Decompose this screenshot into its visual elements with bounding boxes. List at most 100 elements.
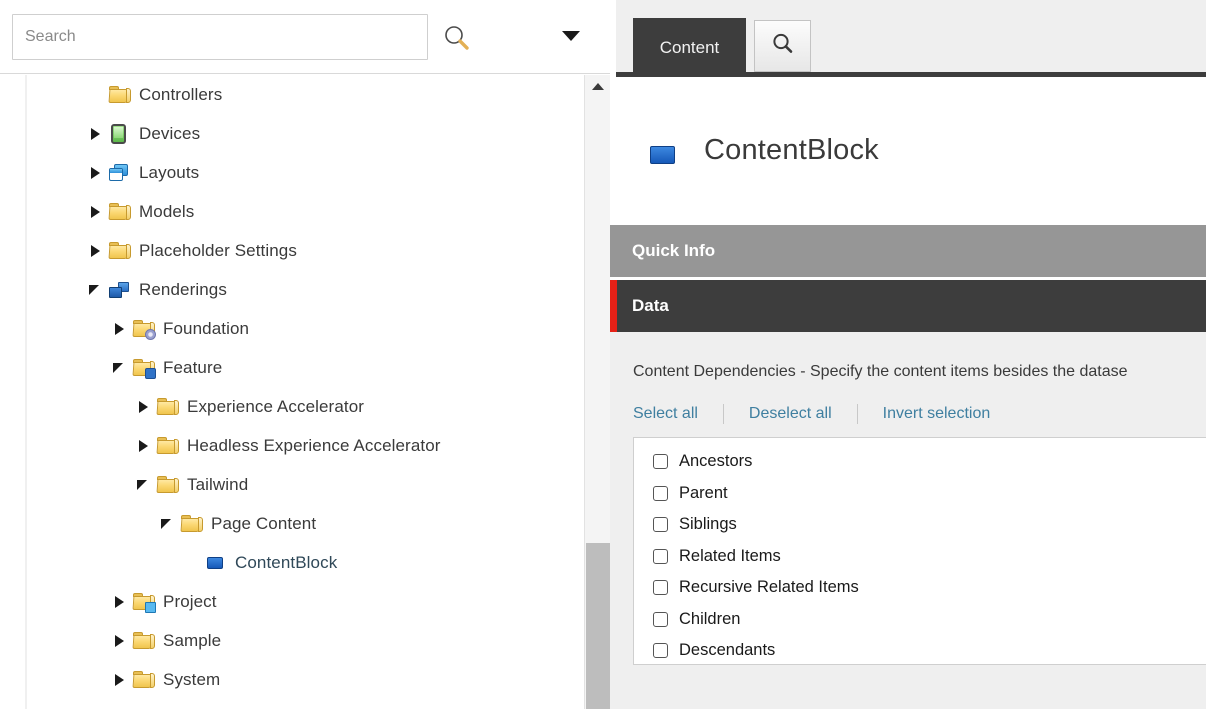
tree-item-label: ContentBlock [235, 553, 337, 573]
device-icon [107, 122, 133, 146]
action-separator [857, 404, 858, 424]
tree-item-tailwind[interactable]: Tailwind [0, 465, 580, 504]
checkbox-children[interactable] [653, 612, 668, 627]
tree-item-system[interactable]: System [0, 660, 580, 699]
tree-item-headless-experience-accelerator[interactable]: Headless Experience Accelerator [0, 426, 580, 465]
folder-icon [179, 512, 205, 536]
folder-icon [155, 473, 181, 497]
block-icon [203, 551, 229, 575]
folder-icon [131, 629, 157, 653]
tree-item-label: Renderings [139, 280, 227, 300]
scroll-up-arrow-icon[interactable] [585, 75, 610, 97]
tree-expand-arrow-icon[interactable] [109, 582, 131, 621]
checkbox-row-siblings[interactable]: Siblings [634, 509, 1206, 541]
editor-tabstrip: Content [610, 0, 1206, 77]
section-quick-info[interactable]: Quick Info [610, 225, 1206, 277]
tree-item-devices[interactable]: Devices [0, 114, 580, 153]
tree-item-label: Sample [163, 631, 221, 651]
tree-collapse-arrow-icon[interactable] [109, 348, 131, 387]
tree-leaf-spacer [85, 75, 107, 114]
content-tree: Controllers Devices Layouts Models Placehold… [0, 75, 610, 709]
content-block-icon [646, 142, 678, 166]
checkbox-label: Descendants [679, 641, 775, 660]
item-editor-panel: Content ContentBlock Quick Info Data [610, 0, 1206, 709]
tree-expand-arrow-icon[interactable] [85, 192, 107, 231]
select-all-link[interactable]: Select all [633, 405, 698, 423]
invert-selection-link[interactable]: Invert selection [883, 405, 991, 423]
page-title: ContentBlock [704, 134, 879, 167]
tree-expand-arrow-icon[interactable] [109, 309, 131, 348]
folder-icon [107, 239, 133, 263]
folder-icon [131, 668, 157, 692]
checkbox-row-recursive-related-items[interactable]: Recursive Related Items [634, 572, 1206, 604]
deselect-all-link[interactable]: Deselect all [749, 405, 832, 423]
tree-item-label: System [163, 670, 220, 690]
tree-collapse-arrow-icon[interactable] [133, 465, 155, 504]
tree-item-controllers[interactable]: Controllers [0, 75, 580, 114]
search-input[interactable] [12, 14, 428, 60]
checkbox-label: Siblings [679, 515, 737, 534]
tree-root: Controllers Devices Layouts Models Placehold… [0, 75, 580, 699]
section-data-label: Data [632, 296, 669, 316]
tree-item-label: Placeholder Settings [139, 241, 297, 261]
tree-item-page-content[interactable]: Page Content [0, 504, 580, 543]
folder-window-icon [131, 590, 157, 614]
tree-item-foundation[interactable]: Foundation [0, 309, 580, 348]
item-header: ContentBlock [610, 82, 1206, 220]
tree-item-contentblock[interactable]: ContentBlock [0, 543, 580, 582]
tree-item-placeholder-settings[interactable]: Placeholder Settings [0, 231, 580, 270]
checkbox-row-parent[interactable]: Parent [634, 478, 1206, 510]
tree-expand-arrow-icon[interactable] [133, 426, 155, 465]
tab-content[interactable]: Content [633, 18, 746, 77]
content-dependencies-checklist: Ancestors Parent Siblings Related Items Recu… [633, 437, 1206, 665]
tree-expand-arrow-icon[interactable] [109, 621, 131, 660]
content-tree-panel: Controllers Devices Layouts Models Placehold… [0, 0, 610, 709]
checkbox-ancestors[interactable] [653, 454, 668, 469]
tree-item-label: Models [139, 202, 194, 222]
tree-leaf-spacer [181, 543, 203, 582]
tree-item-experience-accelerator[interactable]: Experience Accelerator [0, 387, 580, 426]
folder-icon [155, 395, 181, 419]
tree-scrollbar-thumb[interactable] [586, 543, 610, 709]
tree-expand-arrow-icon[interactable] [85, 153, 107, 192]
chevron-down-icon[interactable] [560, 29, 582, 43]
checkbox-recursive-related-items[interactable] [653, 580, 668, 595]
checkbox-row-related-items[interactable]: Related Items [634, 541, 1206, 573]
action-separator [723, 404, 724, 424]
folder-puzzle-icon [131, 356, 157, 380]
tree-item-label: Layouts [139, 163, 199, 183]
checkbox-parent[interactable] [653, 486, 668, 501]
checkbox-label: Parent [679, 484, 728, 503]
tree-item-models[interactable]: Models [0, 192, 580, 231]
tree-item-renderings[interactable]: Renderings [0, 270, 580, 309]
checkbox-label: Related Items [679, 547, 781, 566]
checkbox-row-ancestors[interactable]: Ancestors [634, 446, 1206, 478]
search-icon[interactable] [442, 24, 472, 52]
checkbox-siblings[interactable] [653, 517, 668, 532]
tree-expand-arrow-icon[interactable] [133, 387, 155, 426]
layouts-icon [107, 161, 133, 185]
tree-item-layouts[interactable]: Layouts [0, 153, 580, 192]
tree-collapse-arrow-icon[interactable] [157, 504, 179, 543]
tree-item-sample[interactable]: Sample [0, 621, 580, 660]
tree-expand-arrow-icon[interactable] [109, 660, 131, 699]
tree-item-feature[interactable]: Feature [0, 348, 580, 387]
tree-item-project[interactable]: Project [0, 582, 580, 621]
tabstrip-left-gutter [610, 0, 616, 82]
tree-item-label: Controllers [139, 85, 222, 105]
checkbox-row-descendants[interactable]: Descendants [634, 635, 1206, 665]
tree-collapse-arrow-icon[interactable] [85, 270, 107, 309]
section-data[interactable]: Data [610, 280, 1206, 332]
checkbox-related-items[interactable] [653, 549, 668, 564]
selection-actions: Select all Deselect all Invert selection [633, 402, 990, 426]
checkbox-descendants[interactable] [653, 643, 668, 658]
tree-scrollbar[interactable] [584, 75, 610, 709]
tab-search[interactable] [754, 20, 811, 72]
checkbox-label: Ancestors [679, 452, 752, 471]
tree-expand-arrow-icon[interactable] [85, 114, 107, 153]
checkbox-row-children[interactable]: Children [634, 604, 1206, 636]
tree-expand-arrow-icon[interactable] [85, 231, 107, 270]
tree-item-label: Foundation [163, 319, 249, 339]
sitecore-content-editor: Controllers Devices Layouts Models Placehold… [0, 0, 1206, 709]
folder-icon [107, 83, 133, 107]
